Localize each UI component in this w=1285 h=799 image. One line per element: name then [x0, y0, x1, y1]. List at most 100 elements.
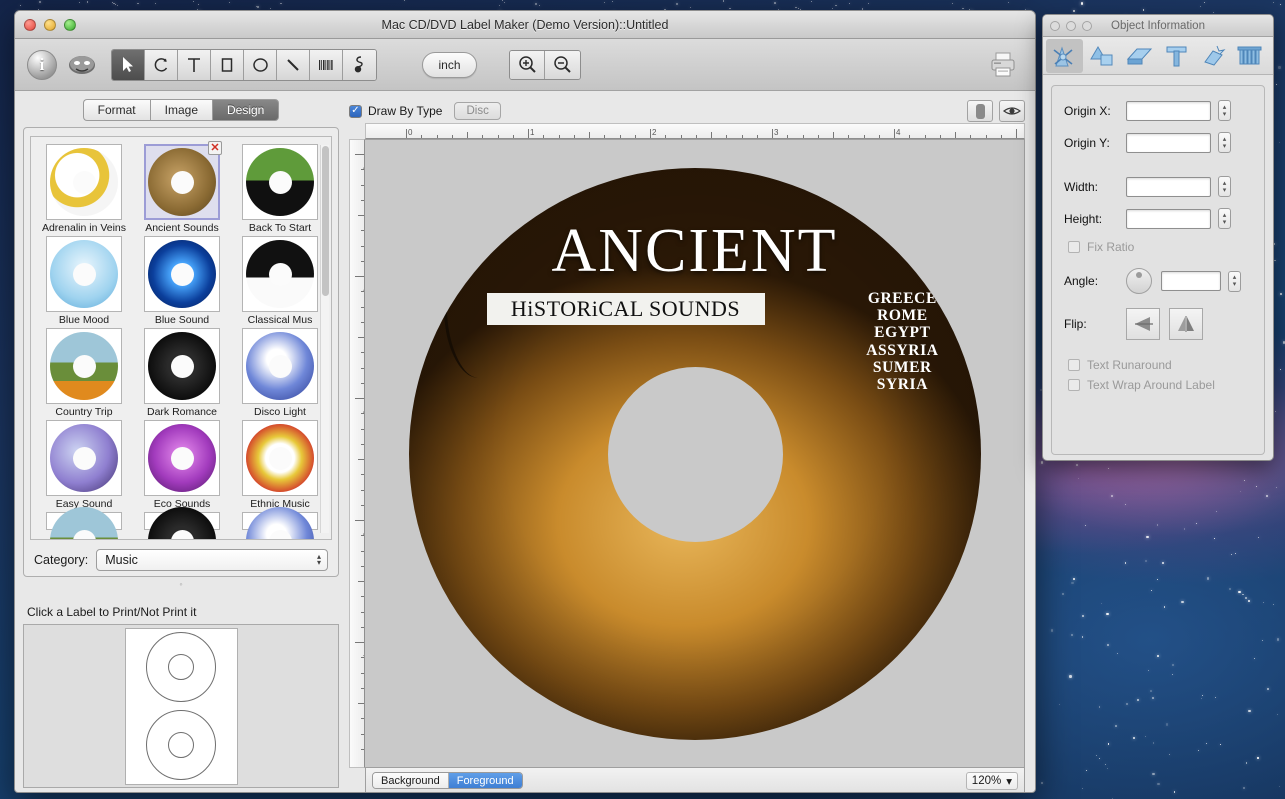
template-thumbnail[interactable]	[46, 144, 122, 220]
template-item[interactable]	[233, 512, 327, 530]
label-sheet[interactable]	[125, 628, 238, 785]
template-thumbnail[interactable]	[242, 236, 318, 312]
height-stepper[interactable]: ▴▾	[1218, 208, 1231, 229]
close-button[interactable]	[24, 19, 36, 31]
origin-y-stepper[interactable]: ▴▾	[1218, 132, 1231, 153]
design-canvas[interactable]: ANCIENT HiSTORiCAL SOUNDS GREECEROMEEGYP…	[365, 139, 1025, 768]
width-stepper[interactable]: ▴▾	[1218, 176, 1231, 197]
cd-label-artwork[interactable]: ANCIENT HiSTORiCAL SOUNDS GREECEROMEEGYP…	[409, 168, 981, 740]
text-icon[interactable]	[1157, 39, 1194, 73]
zoom-out-icon[interactable]	[545, 51, 580, 79]
panel-resize-handle[interactable]: ◦	[23, 579, 339, 589]
template-thumbnail[interactable]	[46, 420, 122, 496]
template-item[interactable]: Country Trip	[37, 328, 131, 418]
artwork-subtitle[interactable]: HiSTORiCAL SOUNDS	[487, 293, 765, 325]
template-thumbnail[interactable]	[242, 328, 318, 404]
inspector-minimize-button[interactable]	[1066, 21, 1076, 31]
template-item[interactable]: Eco Sounds	[135, 420, 229, 510]
height-field[interactable]	[1126, 209, 1211, 229]
maximize-button[interactable]	[64, 19, 76, 31]
angle-field[interactable]	[1161, 271, 1221, 291]
tab-foreground[interactable]: Foreground	[449, 773, 522, 788]
template-thumbnail[interactable]	[144, 236, 220, 312]
template-grid-scroll[interactable]: Adrenalin in Veins ✕ Ancient Sounds Back…	[30, 136, 332, 540]
template-thumbnail[interactable]	[46, 236, 122, 312]
zoom-level-select[interactable]: 120% ▾	[966, 772, 1018, 790]
origin-x-field[interactable]	[1126, 101, 1211, 121]
text-runaround-row[interactable]: Text Runaround	[1068, 358, 1252, 372]
inspector-maximize-button[interactable]	[1082, 21, 1092, 31]
template-thumbnail[interactable]	[242, 512, 318, 530]
template-item[interactable]: Adrenalin in Veins	[37, 144, 131, 234]
eye-icon[interactable]	[999, 100, 1025, 122]
tab-background[interactable]: Background	[373, 773, 449, 788]
arc-tool[interactable]	[145, 50, 178, 80]
template-item[interactable]: Classical Mus	[233, 236, 327, 326]
origin-y-field[interactable]	[1126, 133, 1211, 153]
print-icon[interactable]	[987, 49, 1019, 81]
mask-toggle-icon[interactable]	[967, 100, 993, 122]
template-item[interactable]: Blue Mood	[37, 236, 131, 326]
label-slot-top[interactable]	[146, 632, 216, 702]
label-slot-bottom[interactable]	[146, 710, 216, 780]
inspector-close-button[interactable]	[1050, 21, 1060, 31]
inspector-window-controls[interactable]	[1050, 21, 1092, 31]
unit-button[interactable]: inch	[422, 52, 477, 78]
draw-by-type-checkbox[interactable]: ✓	[349, 105, 362, 118]
template-thumbnail[interactable]	[242, 420, 318, 496]
template-thumbnail[interactable]	[46, 512, 122, 530]
ellipse-tool[interactable]	[244, 50, 277, 80]
window-controls[interactable]	[24, 19, 76, 31]
tab-image[interactable]: Image	[150, 99, 212, 121]
template-item[interactable]: Dark Romance	[135, 328, 229, 418]
artwork-title[interactable]: ANCIENT	[409, 220, 981, 282]
origin-x-stepper[interactable]: ▴▾	[1218, 100, 1231, 121]
template-thumbnail[interactable]	[46, 328, 122, 404]
template-item[interactable]: Blue Sound	[135, 236, 229, 326]
text-wrap-checkbox[interactable]	[1068, 379, 1080, 391]
template-item[interactable]	[135, 512, 229, 530]
gradient-icon[interactable]	[1231, 39, 1268, 73]
width-field[interactable]	[1126, 177, 1211, 197]
zoom-in-icon[interactable]	[510, 51, 545, 79]
flip-vertical-button[interactable]	[1169, 308, 1203, 340]
barcode-tool[interactable]	[310, 50, 343, 80]
template-thumbnail[interactable]	[144, 420, 220, 496]
paint-tool[interactable]	[343, 50, 376, 80]
text-wrap-row[interactable]: Text Wrap Around Label	[1068, 378, 1252, 392]
tab-format[interactable]: Format	[83, 99, 150, 121]
line-tool[interactable]	[277, 50, 310, 80]
sheet-preview[interactable]	[23, 624, 339, 788]
rectangle-tool[interactable]	[211, 50, 244, 80]
category-select[interactable]: Music ▴▾	[96, 549, 328, 571]
fill-icon[interactable]	[1120, 39, 1157, 73]
template-item[interactable]: Easy Sound	[37, 420, 131, 510]
angle-dial[interactable]	[1126, 268, 1152, 294]
effects-icon[interactable]	[1194, 39, 1231, 73]
mask-icon[interactable]	[67, 52, 97, 78]
template-item[interactable]: Disco Light	[233, 328, 327, 418]
object-geometry-icon[interactable]	[1046, 39, 1083, 73]
template-thumbnail[interactable]	[144, 328, 220, 404]
angle-stepper[interactable]: ▴▾	[1228, 271, 1241, 292]
tab-design[interactable]: Design	[212, 99, 279, 121]
close-icon[interactable]: ✕	[208, 141, 222, 155]
text-runaround-checkbox[interactable]	[1068, 359, 1080, 371]
flip-horizontal-button[interactable]	[1126, 308, 1160, 340]
minimize-button[interactable]	[44, 19, 56, 31]
artwork-regions-list[interactable]: GREECEROMEEGYPTASSYRIASUMERSYRIA	[866, 290, 938, 394]
template-thumbnail[interactable]	[144, 512, 220, 530]
template-item[interactable]	[37, 512, 131, 530]
template-item[interactable]: ✕ Ancient Sounds	[135, 144, 229, 234]
template-scrollbar[interactable]	[320, 145, 329, 533]
disc-button[interactable]: Disc	[454, 102, 500, 120]
template-thumbnail[interactable]: ✕	[144, 144, 220, 220]
shapes-icon[interactable]	[1083, 39, 1120, 73]
arrow-tool[interactable]	[112, 50, 145, 80]
template-item[interactable]: Ethnic Music	[233, 420, 327, 510]
template-item[interactable]: Back To Start	[233, 144, 327, 234]
fix-ratio-row[interactable]: Fix Ratio	[1068, 240, 1252, 254]
fix-ratio-checkbox[interactable]	[1068, 241, 1080, 253]
template-thumbnail[interactable]	[242, 144, 318, 220]
info-icon[interactable]: i	[27, 50, 57, 80]
